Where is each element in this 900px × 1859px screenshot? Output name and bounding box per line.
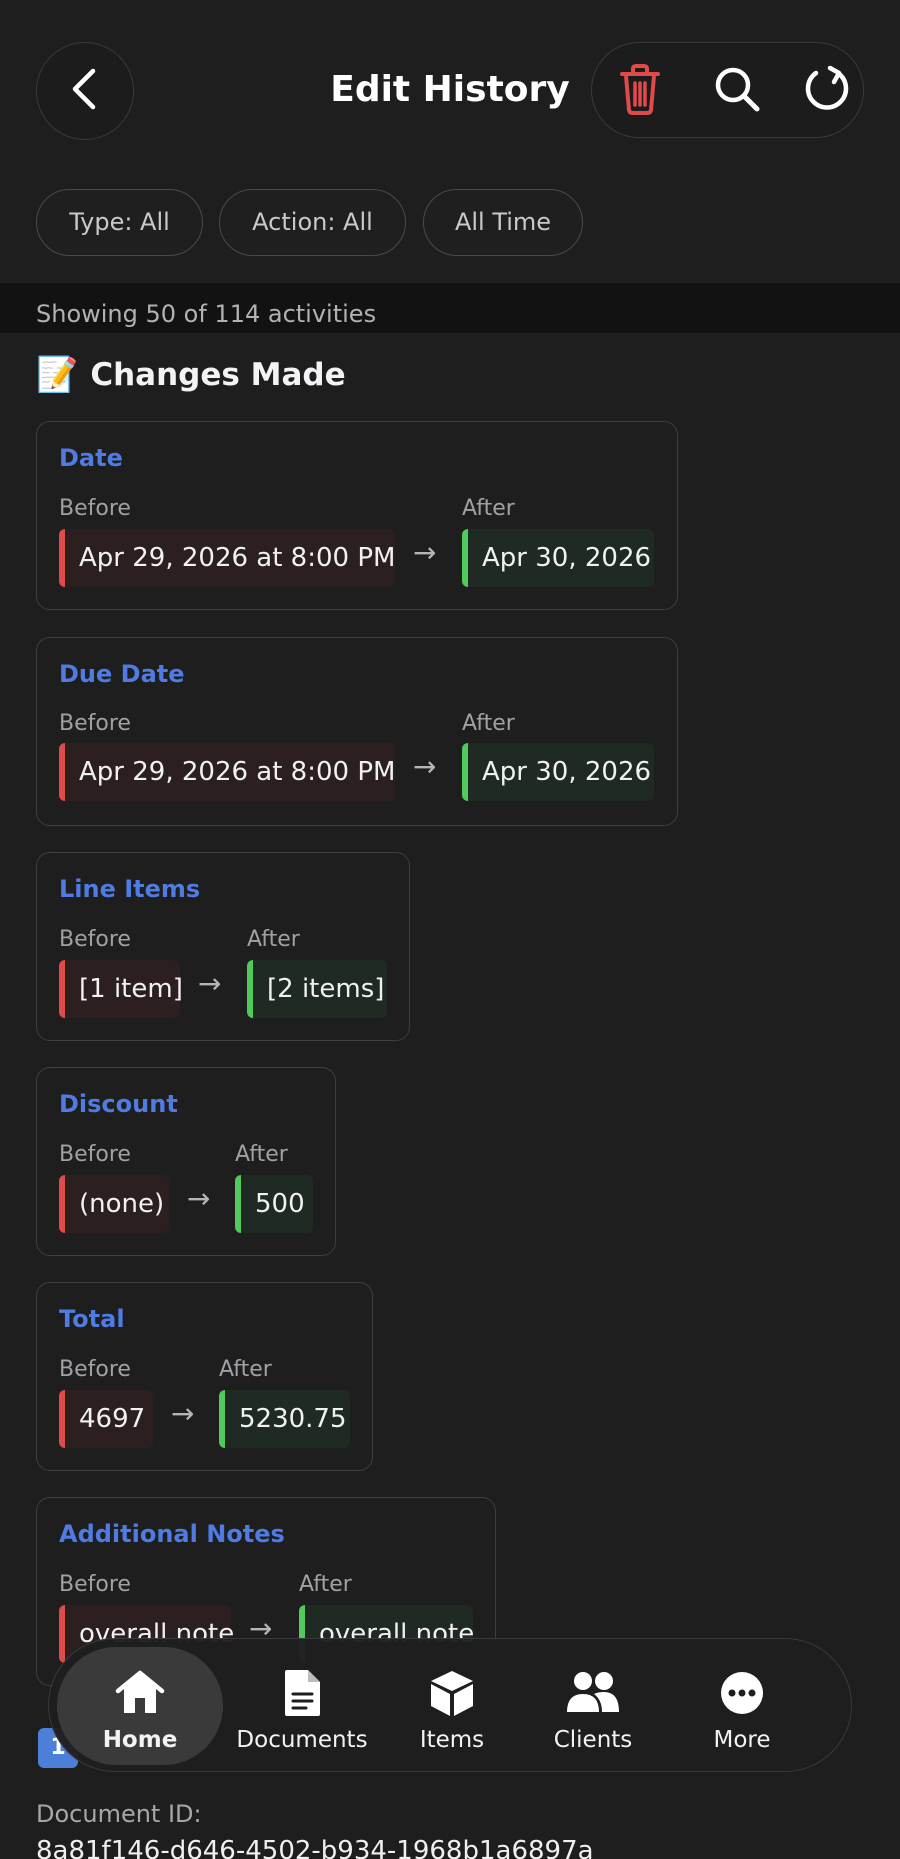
back-button[interactable]: [36, 42, 134, 140]
after-label: After: [299, 1572, 352, 1597]
arrow-right-icon: →: [171, 1397, 195, 1430]
before-value: [1 item]: [59, 960, 183, 1018]
box-icon: [385, 1665, 519, 1721]
field-name: Due Date: [59, 660, 185, 688]
tab-label: More: [713, 1727, 771, 1753]
section-header: 📝 Changes Made: [36, 352, 346, 398]
edit-history-screen: Edit History Type: All Action: All All T…: [0, 0, 900, 1859]
tab-label: Documents: [236, 1727, 368, 1753]
search-icon: [712, 64, 762, 118]
memo-icon: 📝: [36, 355, 79, 395]
change-card-due-date: Due Date Before Apr 29, 2026 at 8:00 PM …: [36, 637, 678, 826]
filter-action-chip[interactable]: Action: All: [219, 189, 406, 256]
home-icon: [61, 1665, 219, 1721]
before-label: Before: [59, 711, 131, 736]
tab-label: Home: [102, 1727, 178, 1753]
before-value: Apr 29, 2026 at 8:00 PM: [59, 529, 395, 587]
arrow-right-icon: →: [198, 967, 222, 1000]
tab-items[interactable]: Items: [385, 1639, 519, 1773]
after-label: After: [247, 927, 300, 952]
after-label: After: [462, 496, 515, 521]
before-value: Apr 29, 2026 at 8:00 PM: [59, 743, 395, 801]
field-name: Additional Notes: [59, 1520, 285, 1548]
before-value: 4697: [59, 1390, 153, 1448]
tab-label: Clients: [553, 1727, 633, 1753]
tab-label: Items: [419, 1727, 485, 1753]
page-title: Edit History: [330, 69, 570, 110]
before-label: Before: [59, 1142, 131, 1167]
refresh-icon: [802, 64, 852, 118]
arrow-right-icon: →: [413, 750, 437, 783]
after-value: Apr 30, 2026: [462, 529, 654, 587]
field-name: Date: [59, 444, 123, 472]
more-icon: [667, 1665, 817, 1721]
tab-more[interactable]: More: [667, 1639, 817, 1773]
after-label: After: [462, 711, 515, 736]
tab-home[interactable]: Home: [57, 1639, 223, 1773]
field-name: Line Items: [59, 875, 201, 903]
document-id-label: Document ID:: [36, 1800, 202, 1828]
after-label: After: [235, 1142, 288, 1167]
document-icon: [219, 1665, 385, 1721]
filter-time-chip[interactable]: All Time: [423, 189, 583, 256]
filter-type-chip[interactable]: Type: All: [36, 189, 203, 256]
trash-icon: [616, 62, 664, 120]
header-actions: [591, 42, 864, 138]
field-name: Discount: [59, 1090, 178, 1118]
before-value: (none): [59, 1175, 169, 1233]
change-card-total: Total Before 4697 → After 5230.75: [36, 1282, 373, 1471]
after-value: 5230.75: [219, 1390, 350, 1448]
section-title: Changes Made: [90, 357, 346, 393]
tab-documents[interactable]: Documents: [219, 1639, 385, 1773]
after-value: [2 items]: [247, 960, 387, 1018]
after-label: After: [219, 1357, 272, 1382]
field-name: Total: [59, 1305, 125, 1333]
arrow-right-icon: →: [413, 536, 437, 569]
document-id-value: 8a81f146-d646-4502-b934-1968b1a6897a: [36, 1836, 594, 1859]
activity-count: Showing 50 of 114 activities: [36, 300, 377, 328]
search-button[interactable]: [707, 61, 767, 121]
after-value: 500: [235, 1175, 313, 1233]
before-label: Before: [59, 496, 131, 521]
change-card-date: Date Before Apr 29, 2026 at 8:00 PM → Af…: [36, 421, 678, 610]
people-icon: [519, 1665, 667, 1721]
before-label: Before: [59, 1357, 131, 1382]
arrow-right-icon: →: [187, 1182, 211, 1215]
refresh-button[interactable]: [797, 61, 857, 121]
after-value: Apr 30, 2026: [462, 743, 654, 801]
chevron-left-icon: [67, 67, 103, 115]
delete-button[interactable]: [610, 61, 670, 121]
change-card-line-items: Line Items Before [1 item] → After [2 it…: [36, 852, 410, 1041]
before-label: Before: [59, 927, 131, 952]
tab-bar: Home Documents Items Clients More: [48, 1638, 852, 1772]
change-card-discount: Discount Before (none) → After 500: [36, 1067, 336, 1256]
before-label: Before: [59, 1572, 131, 1597]
tab-clients[interactable]: Clients: [519, 1639, 667, 1773]
